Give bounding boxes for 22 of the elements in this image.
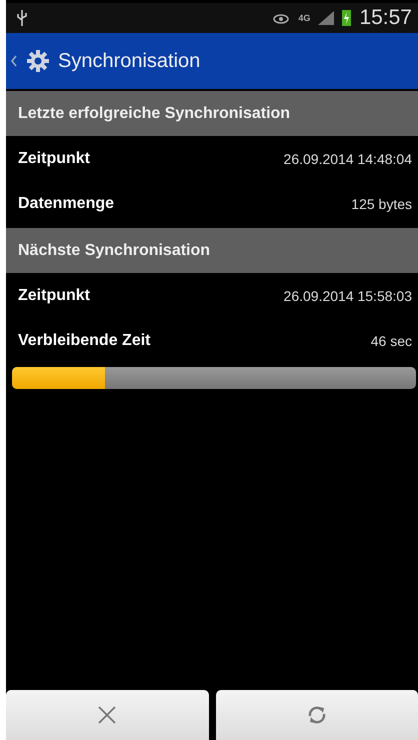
close-button[interactable] [6, 690, 208, 740]
back-icon[interactable] [10, 54, 18, 68]
row-value: 125 bytes [351, 196, 412, 212]
section-header: Letzte erfolgreiche Synchronisation [6, 91, 418, 136]
network-label: 4G [298, 13, 310, 23]
clock: 15:57 [359, 6, 412, 30]
signal-icon [318, 11, 334, 25]
row-label: Zeitpunkt [18, 286, 90, 304]
refresh-button[interactable] [216, 690, 418, 740]
screen-title: Synchronisation [58, 50, 200, 72]
row-value: 26.09.2014 14:48:04 [284, 150, 412, 166]
close-icon [97, 705, 118, 725]
row-label: Datenmenge [18, 194, 114, 212]
row-label: Zeitpunkt [18, 150, 90, 168]
row-value: 26.09.2014 15:58:03 [284, 288, 412, 304]
section-header: Nächste Synchronisation [6, 228, 418, 273]
row-value: 46 sec [370, 332, 412, 348]
usb-icon [16, 9, 28, 27]
gear-icon [26, 49, 50, 73]
battery-icon [342, 10, 352, 26]
row-label: Verbleibende Zeit [18, 332, 150, 350]
eye-icon [272, 12, 290, 24]
